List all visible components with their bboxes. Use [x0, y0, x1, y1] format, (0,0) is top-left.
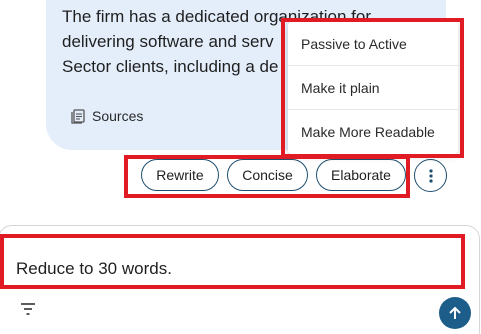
more-vertical-icon [428, 168, 433, 183]
document-icon [71, 109, 85, 124]
filter-icon[interactable] [20, 302, 36, 316]
send-button[interactable] [439, 297, 471, 329]
sources-label: Sources [92, 108, 144, 124]
sources-button[interactable]: Sources [70, 108, 143, 124]
rewrite-options-menu: Passive to Active Make it plain Make Mor… [288, 22, 458, 154]
menu-item-make-it-plain[interactable]: Make it plain [288, 66, 458, 110]
chat-page: The firm has a dedicated organization fo… [0, 0, 481, 334]
menu-item-make-more-readable[interactable]: Make More Readable [288, 110, 458, 154]
menu-item-passive-to-active[interactable]: Passive to Active [288, 22, 458, 66]
concise-button[interactable]: Concise [227, 159, 308, 191]
arrow-up-icon [449, 306, 461, 319]
prompt-input-field[interactable]: Reduce to 30 words. [16, 259, 172, 279]
more-options-button[interactable] [414, 159, 447, 192]
elaborate-button[interactable]: Elaborate [316, 159, 406, 191]
rewrite-button[interactable]: Rewrite [141, 159, 219, 191]
prompt-input-container[interactable] [0, 225, 480, 334]
